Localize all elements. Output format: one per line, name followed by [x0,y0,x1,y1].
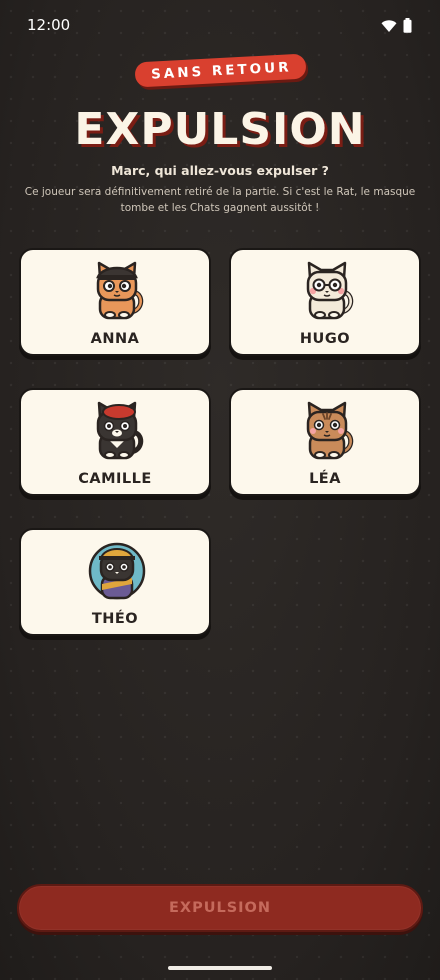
cat-orange-beanie-avatar [96,261,144,320]
status-bar: 12:00 [0,0,440,50]
player-card-hugo[interactable]: HUGO [229,248,421,356]
cat-tabby-avatar [306,401,354,460]
player-card-lea[interactable]: LÉA [229,388,421,496]
status-icons [381,18,412,33]
cat-black-cap-avatar [88,542,146,600]
no-return-badge: SANS RETOUR [134,53,306,88]
player-name: LÉA [309,471,341,487]
player-name: THÉO [91,611,139,627]
player-card-theo[interactable]: THÉO [19,528,211,636]
cat-black-beret-avatar [96,401,144,460]
battery-icon [403,18,412,33]
player-card-anna[interactable]: ANNA [19,248,211,356]
expel-description: Ce joueur sera définitivement retiré de … [24,186,416,214]
expel-button[interactable]: EXPULSION [17,884,423,932]
status-time: 12:00 [27,16,71,34]
player-name: CAMILLE [78,471,152,487]
badge-wrapper: SANS RETOUR [0,53,440,88]
wifi-icon [381,19,397,32]
page-title: EXPULSION [74,104,366,155]
cat-white-glasses-avatar [306,261,354,320]
player-card-camille[interactable]: CAMILLE [19,388,211,496]
expel-question: Marc, qui allez-vous expulser ? [111,163,329,178]
player-name: HUGO [299,331,351,347]
player-name: ANNA [90,331,140,347]
home-indicator[interactable] [168,966,272,970]
